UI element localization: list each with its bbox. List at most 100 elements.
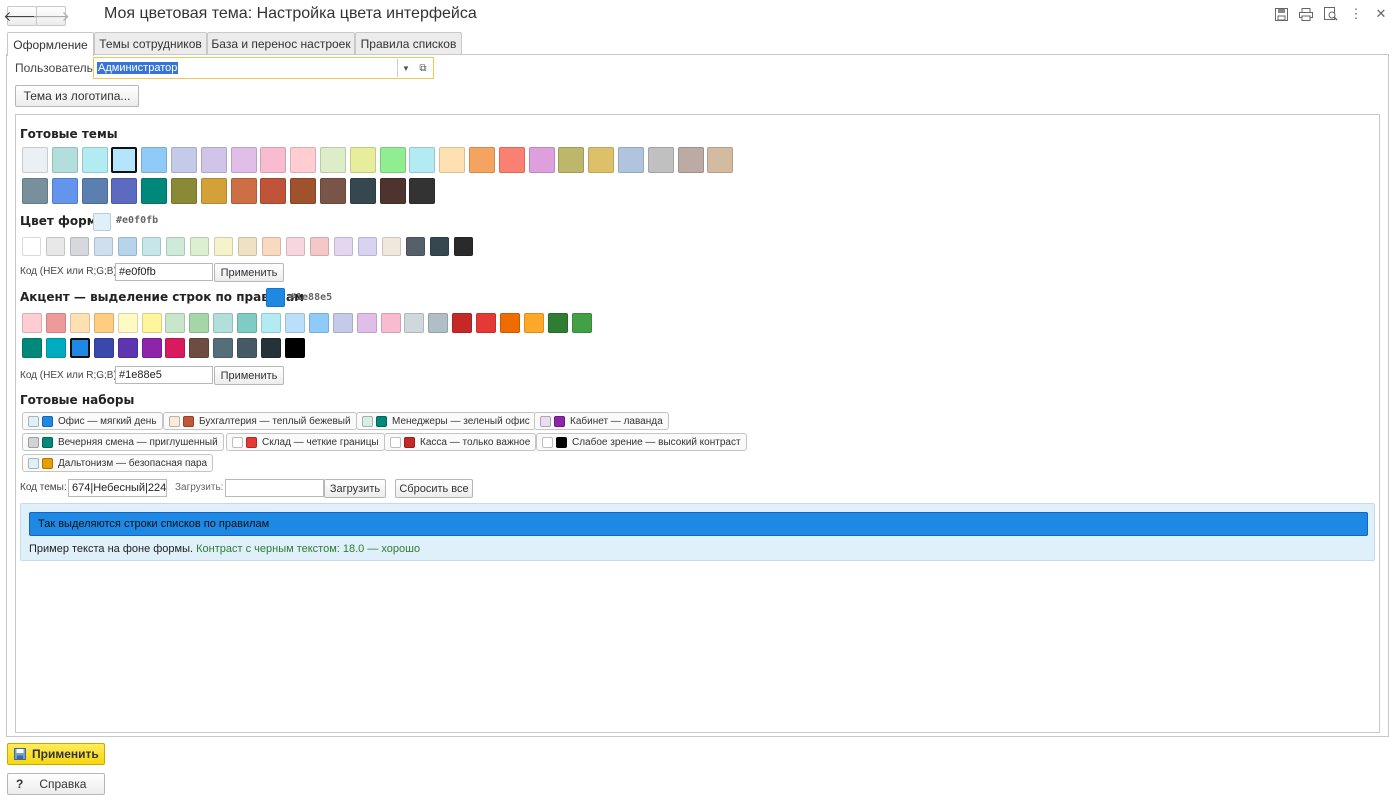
theme-code-input[interactable]: 674|Небесный|224 [68,479,167,497]
theme-swatch[interactable] [409,147,436,173]
accent-swatch[interactable] [165,313,186,333]
theme-swatch[interactable] [200,178,227,204]
form-color-swatch[interactable] [454,237,473,256]
accent-swatch[interactable] [332,313,353,333]
theme-swatch[interactable] [171,178,197,204]
theme-swatch[interactable] [22,178,48,204]
accent-swatch[interactable] [213,338,234,358]
form-color-swatch[interactable] [382,237,401,256]
accent-swatch[interactable] [22,313,42,333]
form-color-swatch[interactable] [46,237,65,256]
theme-swatch[interactable] [469,147,495,173]
theme-swatch[interactable] [51,178,78,204]
accent-swatch[interactable] [189,313,210,333]
form-color-swatch[interactable] [310,237,329,256]
accent-swatch[interactable] [189,338,210,358]
theme-swatch[interactable] [439,147,466,173]
accent-swatch[interactable] [165,338,186,358]
accent-swatch[interactable] [356,313,377,333]
preset-button[interactable]: Дальтонизм — безопасная пара [22,454,214,472]
preset-button[interactable]: Склад — четкие границы [226,433,385,451]
theme-swatch[interactable] [588,147,615,173]
theme-swatch[interactable] [260,178,287,204]
form-color-swatch[interactable] [238,237,257,256]
tab-design[interactable]: Оформление [7,32,94,56]
theme-swatch[interactable] [677,147,704,173]
accent-swatch[interactable] [308,313,329,333]
theme-swatch[interactable] [22,147,48,173]
form-color-swatch[interactable] [358,237,377,256]
theme-swatch[interactable] [81,178,108,204]
accent-swatch[interactable] [237,313,258,333]
form-color-swatch[interactable] [166,237,185,256]
accent-swatch[interactable] [69,338,90,358]
accent-swatch[interactable] [22,338,42,358]
theme-swatch[interactable] [81,147,108,173]
preset-button[interactable]: Слабое зрение — высокий контраст [536,433,747,451]
theme-swatch[interactable] [409,178,436,204]
theme-swatch[interactable] [558,147,585,173]
theme-swatch[interactable] [141,178,168,204]
theme-swatch[interactable] [349,147,376,173]
accent-swatch[interactable] [45,338,66,358]
form-color-swatch[interactable] [286,237,305,256]
theme-swatch[interactable] [141,147,168,173]
accent-swatch[interactable] [237,338,258,358]
form-color-swatch[interactable] [334,237,353,256]
load-input[interactable] [225,479,324,497]
form-color-swatch[interactable] [22,237,41,256]
load-button[interactable]: Загрузить [324,479,386,498]
form-color-swatch[interactable] [406,237,425,256]
preset-button[interactable]: Бухгалтерия — теплый бежевый [163,412,357,430]
accent-swatch[interactable] [69,313,90,333]
save-icon[interactable] [1273,6,1289,22]
accent-swatch[interactable] [284,313,305,333]
accent-swatch[interactable] [500,313,520,333]
preset-button[interactable]: Кабинет — лаванда [534,412,669,430]
forward-button[interactable]: 🡒 [32,6,70,26]
accent-swatch[interactable] [93,338,114,358]
accent-swatch[interactable] [476,313,497,333]
accent-swatch[interactable] [261,313,281,333]
accent-swatch[interactable] [141,313,162,333]
theme-swatch[interactable] [320,147,346,173]
accent-apply-button[interactable]: Применить [214,366,284,385]
accent-swatch[interactable] [45,313,66,333]
accent-swatch[interactable] [452,313,473,333]
theme-swatch[interactable] [379,178,406,204]
logo-theme-button[interactable]: Тема из логотипа... [15,85,139,107]
theme-swatch[interactable] [379,147,406,173]
form-color-swatch[interactable] [70,237,89,256]
accent-swatch[interactable] [93,313,114,333]
theme-swatch[interactable] [320,178,346,204]
theme-swatch[interactable] [230,147,257,173]
preset-button[interactable]: Офис — мягкий день [22,412,163,430]
accent-swatch[interactable] [523,313,544,333]
theme-swatch[interactable] [290,178,317,204]
form-apply-button[interactable]: Применить [214,263,284,282]
accent-swatch[interactable] [571,313,592,333]
help-button[interactable]: ? Справка [7,773,105,795]
theme-swatch[interactable] [230,178,257,204]
form-color-swatch[interactable] [118,237,137,256]
reset-all-button[interactable]: Сбросить все [395,479,473,498]
tab-employee-themes[interactable]: Темы сотрудников [94,32,207,55]
accent-swatch[interactable] [404,313,425,333]
theme-swatch[interactable] [647,147,674,173]
form-color-swatch[interactable] [142,237,161,256]
form-color-swatch[interactable] [214,237,233,256]
apply-button[interactable]: Применить [7,743,105,765]
accent-swatch[interactable] [141,338,162,358]
form-color-swatch[interactable] [94,237,113,256]
preview-icon[interactable] [1323,6,1339,22]
tab-list-rules[interactable]: Правила списков [355,32,462,55]
theme-swatch[interactable] [528,147,555,173]
theme-swatch[interactable] [707,147,734,173]
accent-swatch[interactable] [117,338,138,358]
accent-swatch[interactable] [547,313,568,333]
user-field[interactable]: Администратор [93,57,434,79]
chevron-down-icon[interactable]: ▼ [399,60,413,76]
accent-swatch[interactable] [213,313,234,333]
theme-swatch[interactable] [51,147,78,173]
accent-swatch[interactable] [380,313,401,333]
